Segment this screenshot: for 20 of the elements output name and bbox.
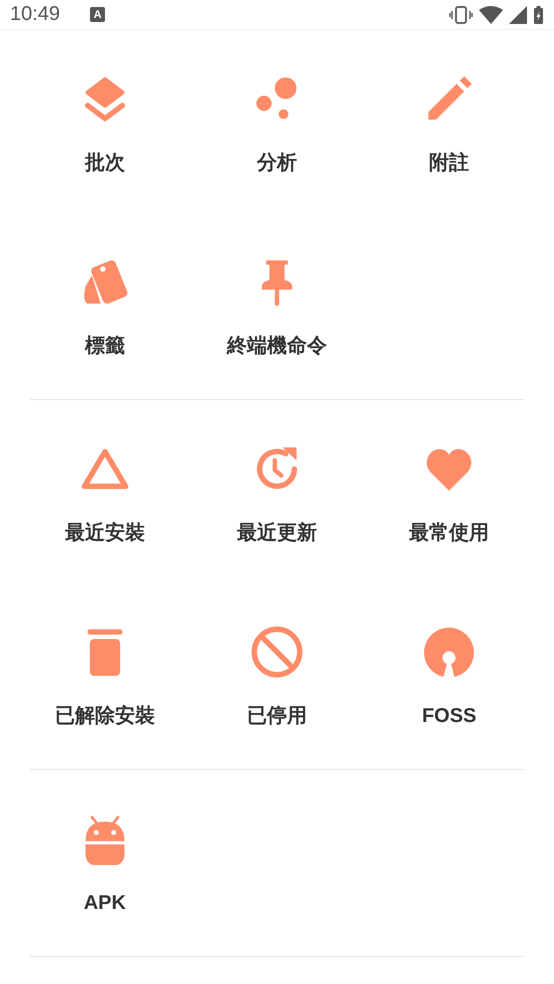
category-label[interactable]: 已解除安裝 (54, 705, 155, 727)
vibrate-icon (449, 6, 473, 24)
category-label[interactable]: 附註 (429, 152, 470, 174)
battery-icon (533, 4, 544, 24)
category-label[interactable]: 終端機命令 (226, 335, 327, 357)
wifi-icon (479, 6, 503, 24)
category-label[interactable]: 批次 (84, 152, 125, 174)
category-label[interactable]: 已停用 (246, 705, 307, 727)
signal-icon (509, 6, 527, 24)
open-source-icon[interactable] (423, 626, 476, 678)
category-label[interactable]: FOSS (422, 705, 476, 727)
category-label[interactable]: 分析 (256, 152, 297, 174)
category-label[interactable]: 最近更新 (236, 522, 317, 544)
category-label[interactable]: 最常使用 (409, 522, 490, 544)
notification-icon: A (90, 7, 106, 22)
category-label[interactable]: 最近安裝 (64, 522, 145, 544)
prohibited-icon[interactable] (250, 626, 303, 678)
category-label[interactable]: APK (84, 892, 126, 914)
status-time: 10:49 (10, 3, 60, 26)
category-label[interactable]: 標籤 (84, 335, 125, 357)
